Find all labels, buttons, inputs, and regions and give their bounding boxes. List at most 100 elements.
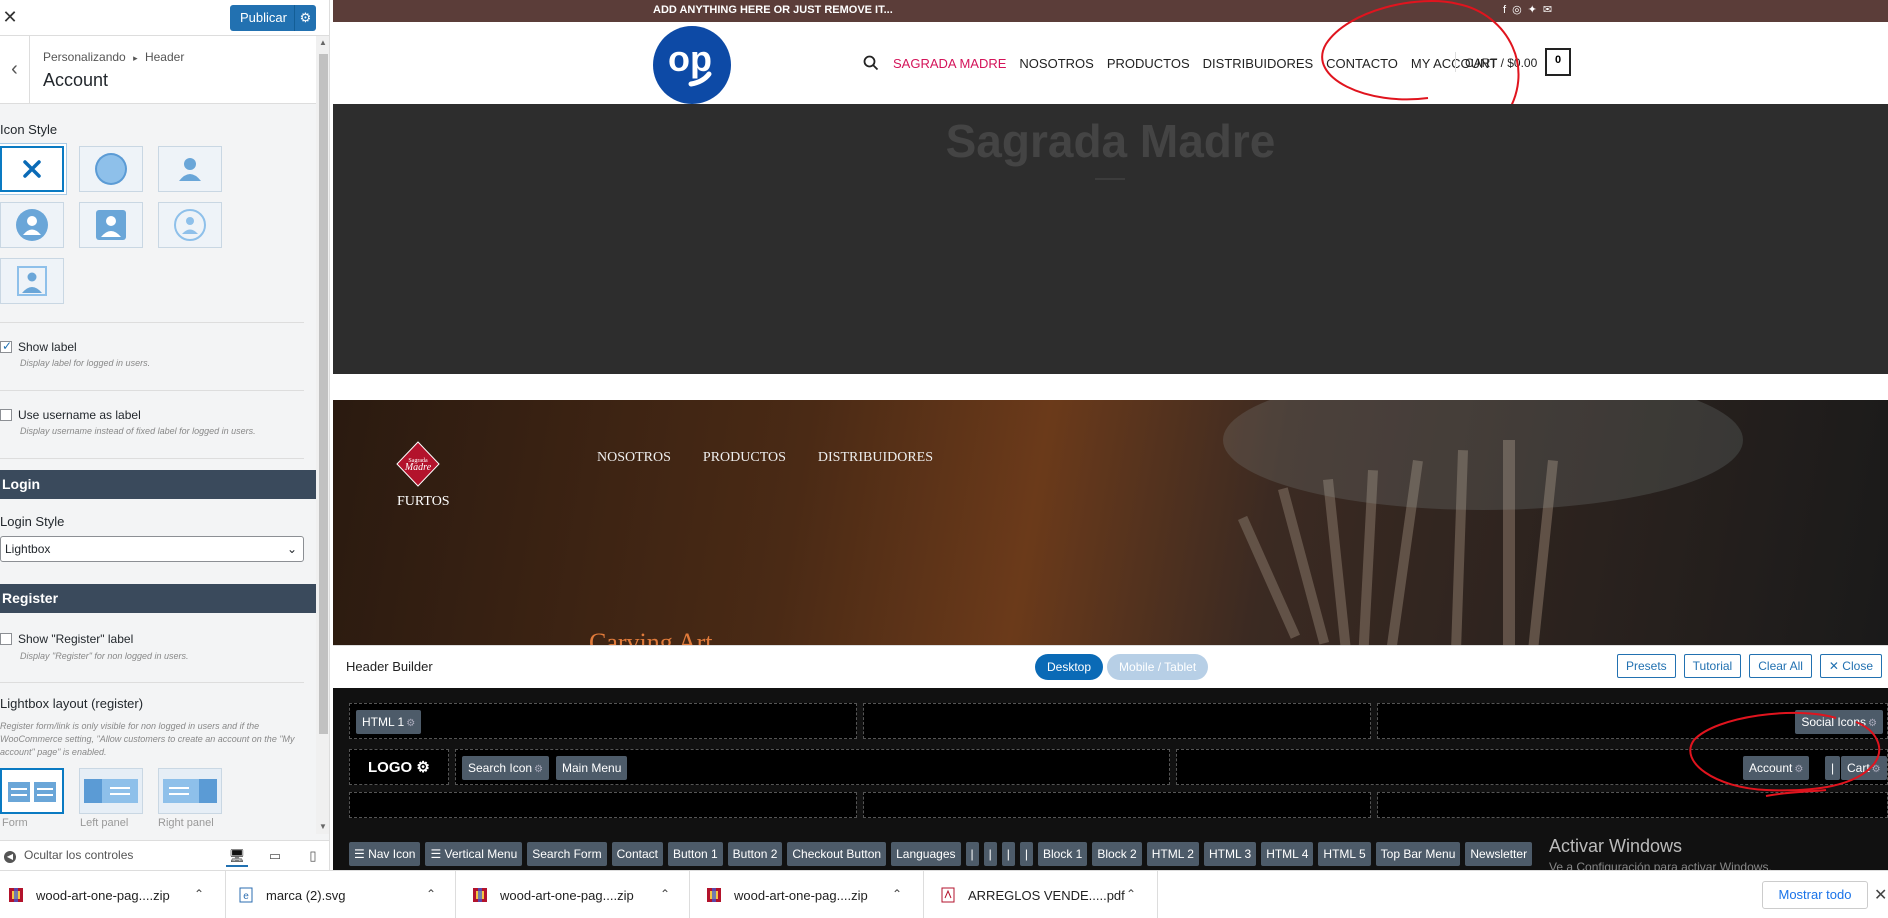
element-html-5[interactable]: HTML 5 (1318, 842, 1371, 866)
icon-style-user-square-option[interactable] (79, 202, 143, 248)
tablet-preview-icon[interactable]: ▭ (264, 845, 286, 867)
element-block-2[interactable]: Block 2 (1092, 842, 1142, 866)
element-top-bar-menu[interactable]: Top Bar Menu (1375, 842, 1461, 866)
presets-button[interactable]: Presets (1616, 654, 1676, 678)
icon-style-none-option[interactable] (0, 146, 64, 192)
account-element[interactable]: Account ⚙ (1743, 756, 1810, 780)
download-item[interactable]: wood-art-one-pag....zip ⌃ (464, 871, 690, 918)
gear-icon[interactable]: ⚙ (1868, 718, 1877, 729)
element-vertical-menu[interactable]: ☰ Vertical Menu (425, 842, 523, 866)
back-arrow-icon[interactable]: ‹ (0, 36, 30, 104)
icon-style-circle-option[interactable] (79, 146, 143, 192)
email-icon[interactable]: ✉ (1543, 2, 1552, 18)
publish-settings-gear-icon[interactable]: ⚙ (294, 5, 316, 31)
element-block-1[interactable]: Block 1 (1038, 842, 1088, 866)
element-newsletter[interactable]: Newsletter (1465, 842, 1533, 866)
element-languages[interactable]: Languages (891, 842, 961, 866)
gear-icon[interactable]: ⚙ (534, 764, 543, 775)
bottom-center-slot[interactable] (863, 792, 1371, 818)
chevron-up-icon[interactable]: ⌃ (1126, 887, 1136, 901)
divider-element[interactable]: | (1825, 756, 1841, 780)
hide-controls-button[interactable]: ◀ Ocultar los controles (4, 848, 133, 863)
icon-style-user-box-option[interactable] (0, 258, 64, 304)
bottom-left-slot[interactable] (349, 792, 857, 818)
search-icon[interactable] (863, 55, 879, 71)
icon-style-user-circle-option[interactable] (0, 202, 64, 248)
desktop-preview-icon[interactable]: 🖥 (226, 845, 248, 867)
show-register-checkbox[interactable] (0, 633, 12, 645)
show-label-row[interactable]: Show label (0, 339, 77, 354)
chevron-up-icon[interactable]: ⌃ (426, 887, 436, 901)
main-menu-element[interactable]: Main Menu (556, 756, 628, 780)
element-html-3[interactable]: HTML 3 (1203, 842, 1257, 866)
download-item[interactable]: ARREGLOS VENDE.....pdf ⌃ (932, 871, 1158, 918)
element-contact[interactable]: Contact (611, 842, 663, 866)
clear-all-button[interactable]: Clear All (1749, 654, 1812, 678)
layout-form-option[interactable] (0, 768, 64, 814)
top-center-slot[interactable] (863, 703, 1371, 739)
bottom-right-slot[interactable] (1377, 792, 1888, 818)
download-item[interactable]: e marca (2).svg ⌃ (230, 871, 456, 918)
element-nav-icon[interactable]: ☰ Nav Icon (349, 842, 421, 866)
logo-slot[interactable]: LOGO ⚙ (349, 749, 449, 785)
scroll-up-icon[interactable]: ▲ (316, 38, 329, 47)
banner-nav-productos[interactable]: PRODUCTOS (703, 450, 786, 466)
main-left-slot[interactable]: Search Icon ⚙ Main Menu (455, 749, 1170, 785)
nav-item-nosotros[interactable]: NOSOTROS (1019, 56, 1093, 71)
scroll-down-icon[interactable]: ▼ (316, 822, 329, 831)
show-register-row[interactable]: Show "Register" label (0, 632, 133, 646)
close-downloads-icon[interactable]: ✕ (1874, 885, 1887, 905)
twitter-icon[interactable]: ✦ (1528, 2, 1537, 18)
element-button-1[interactable]: Button 1 (667, 842, 723, 866)
top-right-slot[interactable]: Social Icons ⚙ (1377, 703, 1888, 739)
element-divider[interactable]: | (983, 842, 997, 866)
gear-icon[interactable]: ⚙ (406, 718, 415, 729)
icon-style-user-option[interactable] (158, 146, 222, 192)
element-html-2[interactable]: HTML 2 (1146, 842, 1199, 866)
chevron-up-icon[interactable]: ⌃ (194, 887, 204, 901)
close-customizer-icon[interactable]: ✕ (0, 0, 20, 34)
banner-nav-nosotros[interactable]: NOSOTROS (597, 450, 671, 466)
chevron-up-icon[interactable]: ⌃ (660, 887, 670, 901)
publish-button[interactable]: Publicar ⚙ (230, 5, 316, 31)
chevron-up-icon[interactable]: ⌃ (892, 887, 902, 901)
download-item[interactable]: wood-art-one-pag....zip ⌃ (0, 871, 226, 918)
scrollbar-thumb[interactable] (319, 54, 328, 734)
download-item[interactable]: wood-art-one-pag....zip ⌃ (698, 871, 924, 918)
cart-element[interactable]: Cart ⚙ (1841, 756, 1887, 780)
html1-element[interactable]: HTML 1 ⚙ (356, 710, 422, 734)
tutorial-button[interactable]: Tutorial (1683, 654, 1742, 678)
gear-icon[interactable]: ⚙ (416, 759, 429, 776)
show-label-checkbox[interactable] (0, 339, 12, 353)
icon-style-user-outline-option[interactable] (158, 202, 222, 248)
element-search-form[interactable]: Search Form (527, 842, 607, 866)
element-button-2[interactable]: Button 2 (727, 842, 783, 866)
element-divider[interactable]: | (1019, 842, 1033, 866)
top-left-slot[interactable]: HTML 1 ⚙ (349, 703, 857, 739)
nav-item-contacto[interactable]: CONTACTO (1326, 56, 1398, 71)
show-all-downloads-button[interactable]: Mostrar todo (1762, 881, 1868, 909)
logo-element[interactable]: LOGO ⚙ (368, 758, 430, 776)
nav-item-distribuidores[interactable]: DISTRIBUIDORES (1203, 56, 1314, 71)
element-divider[interactable]: | (965, 842, 979, 866)
element-html-4[interactable]: HTML 4 (1261, 842, 1314, 866)
element-checkout-button[interactable]: Checkout Button (787, 842, 887, 866)
layout-left-panel-option[interactable] (79, 768, 143, 814)
cart-count-badge[interactable]: 0 (1545, 48, 1571, 76)
desktop-toggle[interactable]: Desktop (1035, 654, 1104, 680)
facebook-icon[interactable]: f (1503, 2, 1506, 18)
site-logo[interactable]: op (653, 26, 731, 104)
search-icon-element[interactable]: Search Icon ⚙ (462, 756, 550, 780)
nav-item-productos[interactable]: PRODUCTOS (1107, 56, 1190, 71)
close-builder-button[interactable]: ✕ Close (1819, 654, 1882, 678)
login-style-select[interactable]: Lightbox ⌄ (0, 536, 304, 562)
use-username-checkbox[interactable] (0, 409, 12, 421)
layout-right-panel-option[interactable] (158, 768, 222, 814)
gear-icon[interactable]: ⚙ (1872, 764, 1881, 775)
banner-nav-distribuidores[interactable]: DISTRIBUIDORES (818, 450, 933, 466)
instagram-icon[interactable]: ◎ (1512, 2, 1522, 18)
element-divider[interactable]: | (1001, 842, 1015, 866)
cart-link[interactable]: CART / $0.00 (1465, 56, 1537, 70)
mobile-preview-icon[interactable]: ▯ (302, 845, 324, 867)
main-right-slot[interactable]: Account ⚙ | Cart ⚙ (1176, 749, 1888, 785)
